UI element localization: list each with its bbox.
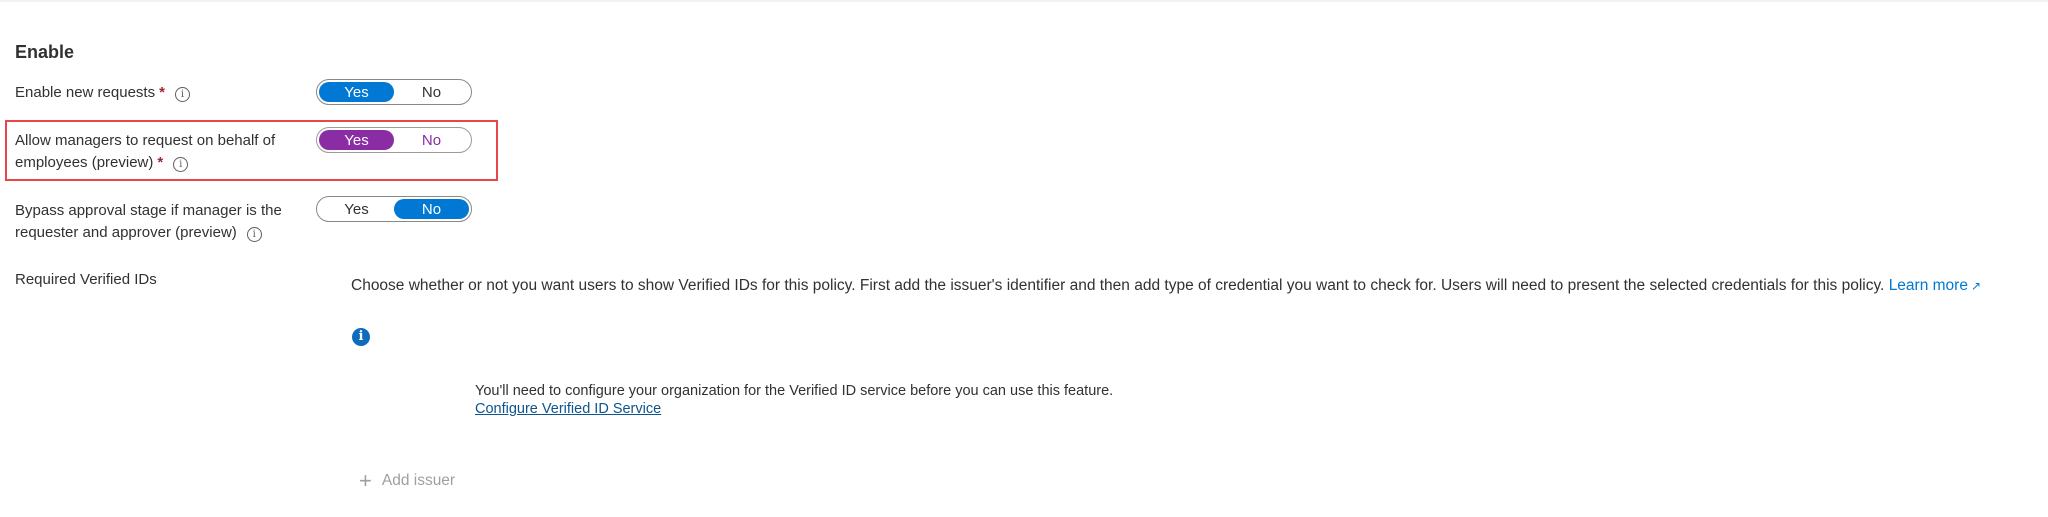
learn-more-text: Learn more <box>1888 277 1968 294</box>
enable-settings-page: Enable Enable new requests * i Yes No Allo… <box>0 0 2048 517</box>
plus-icon: + <box>359 468 372 493</box>
configure-verified-id-link[interactable]: Configure Verified ID Service <box>475 400 1113 418</box>
bypass-approval-text: Bypass approval stage if manager is the … <box>15 202 282 241</box>
verified-id-notice: You'll need to configure your organizati… <box>475 382 1113 418</box>
enable-new-requests-no[interactable]: No <box>394 82 469 102</box>
add-issuer-label: Add issuer <box>381 472 456 489</box>
required-verified-ids-label: Required Verified IDs <box>15 271 157 288</box>
verified-ids-description-text: Choose whether or not you want users to … <box>351 277 1885 294</box>
bypass-approval-toggle[interactable]: Yes No <box>316 196 472 222</box>
allow-managers-toggle[interactable]: Yes No <box>316 127 472 153</box>
info-icon[interactable]: i <box>246 227 262 242</box>
section-title: Enable <box>15 42 75 62</box>
enable-new-requests-yes[interactable]: Yes <box>319 82 394 102</box>
allow-managers-text: Allow managers to request on behalf of e… <box>15 132 276 171</box>
allow-managers-label: Allow managers to request on behalf of e… <box>15 130 315 174</box>
allow-managers-no[interactable]: No <box>394 130 469 150</box>
bypass-approval-yes[interactable]: Yes <box>319 199 394 219</box>
bypass-approval-no[interactable]: No <box>394 199 469 219</box>
verified-ids-description: Choose whether or not you want users to … <box>351 277 1981 295</box>
required-marker: * <box>159 84 165 101</box>
top-divider <box>0 0 2048 2</box>
learn-more-link[interactable]: Learn more ↗ <box>1889 277 1981 294</box>
allow-managers-yes[interactable]: Yes <box>319 130 394 150</box>
info-icon[interactable]: i <box>173 157 189 172</box>
external-link-icon: ↗ <box>1970 279 1982 293</box>
notice-text: You'll need to configure your organizati… <box>475 383 1114 399</box>
add-issuer-button[interactable]: + Add issuer <box>359 468 456 493</box>
enable-new-requests-label: Enable new requests * i <box>15 82 305 104</box>
bypass-approval-label: Bypass approval stage if manager is the … <box>15 200 315 244</box>
info-filled-icon: i <box>352 328 370 346</box>
required-marker: * <box>157 154 164 171</box>
info-icon[interactable]: i <box>174 87 190 102</box>
enable-new-requests-text: Enable new requests <box>15 84 156 101</box>
enable-new-requests-toggle[interactable]: Yes No <box>316 79 472 105</box>
